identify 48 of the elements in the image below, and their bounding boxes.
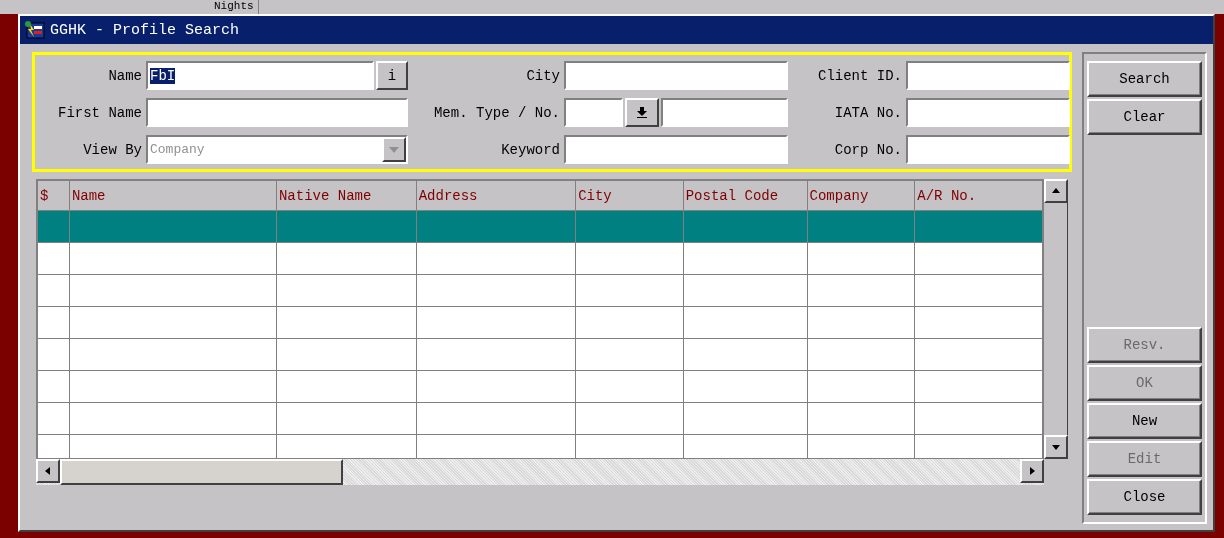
action-button[interactable]: New bbox=[1087, 403, 1202, 439]
field-label: Client ID. bbox=[817, 67, 902, 84]
column-header: Company bbox=[807, 180, 915, 211]
table-row[interactable] bbox=[37, 370, 1043, 403]
table-row[interactable] bbox=[37, 338, 1043, 371]
column-header: Native Name bbox=[276, 180, 417, 211]
input-field[interactable]: FbI bbox=[146, 61, 374, 90]
column-header: $ bbox=[37, 180, 70, 211]
field-label: Name bbox=[107, 67, 142, 84]
download-arrow-icon bbox=[637, 107, 647, 118]
table-row[interactable] bbox=[37, 306, 1043, 339]
app-icon bbox=[24, 20, 46, 40]
input-field[interactable] bbox=[564, 61, 788, 90]
action-button[interactable]: Clear bbox=[1087, 99, 1202, 135]
input-field[interactable] bbox=[564, 98, 623, 127]
column-header: A/R No. bbox=[914, 180, 1043, 211]
dropdown-button[interactable] bbox=[625, 98, 659, 127]
field-label: Keyword bbox=[500, 141, 560, 158]
input-field[interactable] bbox=[661, 98, 788, 127]
action-button[interactable]: Search bbox=[1087, 61, 1202, 97]
input-field[interactable] bbox=[146, 98, 408, 127]
table-row[interactable] bbox=[37, 274, 1043, 307]
info-button[interactable]: i bbox=[376, 61, 408, 90]
field-label: Corp No. bbox=[833, 141, 902, 158]
scroll-left-icon[interactable] bbox=[44, 467, 52, 475]
field-label: City bbox=[525, 67, 560, 84]
column-header: City bbox=[575, 180, 684, 211]
scroll-up-icon[interactable] bbox=[1052, 187, 1060, 195]
column-header: Address bbox=[416, 180, 576, 211]
input-field[interactable] bbox=[906, 61, 1070, 90]
input-field[interactable] bbox=[906, 98, 1070, 127]
horizontal-scrollbar[interactable] bbox=[36, 459, 1044, 485]
window-title: GGHK - Profile Search bbox=[50, 21, 240, 39]
column-header: Name bbox=[69, 180, 277, 211]
input-field[interactable] bbox=[906, 135, 1070, 164]
scroll-right-icon[interactable] bbox=[1028, 467, 1036, 475]
field-label: Mem. Type / No. bbox=[432, 104, 560, 121]
vertical-scrollbar[interactable] bbox=[1044, 179, 1068, 459]
scroll-down-icon[interactable] bbox=[1052, 443, 1060, 451]
field-label: View By bbox=[82, 141, 142, 158]
caret-icon bbox=[389, 146, 399, 153]
action-button[interactable]: Close bbox=[1087, 479, 1202, 515]
table-row[interactable] bbox=[37, 402, 1043, 435]
column-header: Postal Code bbox=[683, 180, 808, 211]
field-label: IATA No. bbox=[833, 104, 902, 121]
table-row[interactable] bbox=[37, 242, 1043, 275]
field-label: First Name bbox=[57, 104, 142, 121]
input-field[interactable] bbox=[564, 135, 788, 164]
